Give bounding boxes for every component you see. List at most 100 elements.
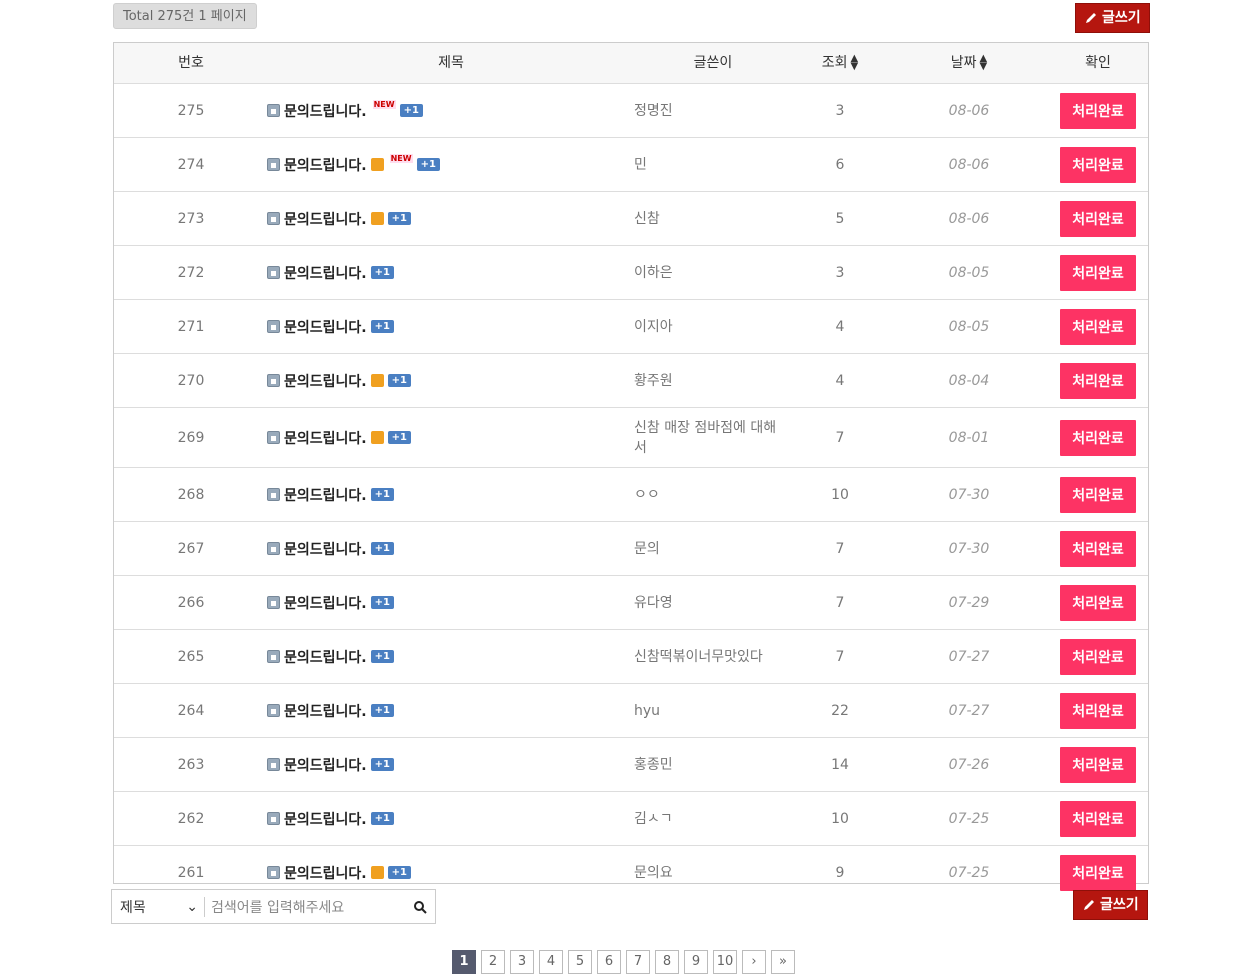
status-done-button[interactable]: 처리완료: [1060, 419, 1136, 456]
header-views[interactable]: 조회 ▲ ▼: [790, 43, 890, 83]
table-row[interactable]: 269 문의드립니다. +1 신참 매장 점바점에 대해서 7 08-01 처리완료: [114, 408, 1148, 468]
status-done-button[interactable]: 처리완료: [1060, 854, 1136, 891]
row-title-link[interactable]: 문의드립니다.: [284, 809, 367, 829]
row-views: 6: [835, 156, 845, 173]
row-views: 5: [835, 210, 845, 227]
status-done-button[interactable]: 처리완료: [1060, 362, 1136, 399]
row-title-link[interactable]: 문의드립니다.: [284, 209, 367, 229]
row-writer: 홍종민: [634, 756, 673, 773]
table-row[interactable]: 262 문의드립니다. +1 김ㅅㄱ 10 07-25 처리완료: [114, 792, 1148, 846]
table-row[interactable]: 263 문의드립니다. +1 홍종민 14 07-26 처리완료: [114, 738, 1148, 792]
table-row[interactable]: 271 문의드립니다. +1 이지아 4 08-05 처리완료: [114, 300, 1148, 354]
row-title-link[interactable]: 문의드립니다.: [284, 485, 367, 505]
table-row[interactable]: 264 문의드립니다. +1 hyu 22 07-27 처리완료: [114, 684, 1148, 738]
row-title-cell[interactable]: 문의드립니다. +1: [267, 192, 627, 245]
table-row[interactable]: 268 문의드립니다. +1 ㅇㅇ 10 07-30 처리완료: [114, 468, 1148, 522]
page-8-link[interactable]: 8: [655, 950, 679, 974]
comment-count-badge: +1: [370, 596, 394, 609]
status-done-button[interactable]: 처리완료: [1060, 746, 1136, 783]
status-done-button[interactable]: 처리완료: [1060, 200, 1136, 237]
comment-count-badge: +1: [370, 704, 394, 717]
page-4-link[interactable]: 4: [539, 950, 563, 974]
status-done-button[interactable]: 처리완료: [1060, 476, 1136, 513]
row-number: 273: [177, 210, 205, 227]
comment-count-badge: +1: [370, 650, 394, 663]
row-title-link[interactable]: 문의드립니다.: [284, 539, 367, 559]
status-done-button[interactable]: 처리완료: [1060, 530, 1136, 567]
row-title-cell[interactable]: 문의드립니다. +1: [267, 684, 627, 737]
table-row[interactable]: 273 문의드립니다. +1 신참 5 08-06 처리완료: [114, 192, 1148, 246]
new-badge: NEW: [372, 100, 396, 109]
row-title-link[interactable]: 문의드립니다.: [284, 863, 367, 883]
row-title-cell[interactable]: 문의드립니다. +1: [267, 792, 627, 845]
row-title-cell[interactable]: 문의드립니다. +1: [267, 246, 627, 299]
row-title-cell[interactable]: 문의드립니다. +1: [267, 738, 627, 791]
row-title-cell[interactable]: 문의드립니다. +1: [267, 468, 627, 521]
row-title-link[interactable]: 문의드립니다.: [284, 428, 367, 448]
row-title-link[interactable]: 문의드립니다.: [284, 371, 367, 391]
board-table: 번호 제목 글쓴이 조회 ▲ ▼ 날짜 ▲ ▼ 확인 275 문의드립니다. NEW +1 정명…: [113, 42, 1149, 891]
search-field-select[interactable]: 제목 ⌄: [112, 897, 204, 917]
row-title-link[interactable]: 문의드립니다.: [284, 155, 367, 175]
status-done-button[interactable]: 처리완료: [1060, 584, 1136, 621]
status-done-button[interactable]: 처리완료: [1060, 692, 1136, 729]
header-confirm: 확인: [1085, 55, 1111, 71]
row-title-cell[interactable]: 문의드립니다. +1: [267, 630, 627, 683]
header-date[interactable]: 날짜 ▲ ▼: [914, 43, 1024, 83]
page-1-link[interactable]: 1: [452, 950, 476, 974]
row-title-link[interactable]: 문의드립니다.: [284, 701, 367, 721]
page-2-link[interactable]: 2: [481, 950, 505, 974]
table-row[interactable]: 275 문의드립니다. NEW +1 정명진 3 08-06 처리완료: [114, 84, 1148, 138]
row-title-cell[interactable]: 문의드립니다. +1: [267, 576, 627, 629]
table-row[interactable]: 266 문의드립니다. +1 유다영 7 07-29 처리완료: [114, 576, 1148, 630]
page-9-link[interactable]: 9: [684, 950, 708, 974]
table-row[interactable]: 267 문의드립니다. +1 문의 7 07-30 처리완료: [114, 522, 1148, 576]
table-row[interactable]: 270 문의드립니다. +1 황주원 4 08-04 처리완료: [114, 354, 1148, 408]
page-3-link[interactable]: 3: [510, 950, 534, 974]
comment-count-badge: +1: [387, 431, 411, 444]
page-6-link[interactable]: 6: [597, 950, 621, 974]
row-writer: 신참떡볶이너무맛있다: [634, 648, 763, 665]
status-done-button[interactable]: 처리완료: [1060, 308, 1136, 345]
total-count-badge: Total 275건 1 페이지: [113, 3, 257, 29]
write-button-top[interactable]: 글쓰기: [1075, 3, 1150, 33]
row-status-cell: 처리완료: [1058, 522, 1138, 575]
row-date: 07-29: [948, 594, 990, 611]
table-row[interactable]: 274 문의드립니다. NEW +1 민 6 08-06 처리완료: [114, 138, 1148, 192]
row-title-cell[interactable]: 문의드립니다. NEW +1: [267, 84, 627, 137]
new-badge: NEW: [389, 154, 413, 163]
page-5-link[interactable]: 5: [568, 950, 592, 974]
table-row[interactable]: 272 문의드립니다. +1 이하은 3 08-05 처리완료: [114, 246, 1148, 300]
row-number: 272: [177, 264, 205, 281]
row-title-link[interactable]: 문의드립니다.: [284, 755, 367, 775]
status-done-button[interactable]: 처리완료: [1060, 254, 1136, 291]
row-title-link[interactable]: 문의드립니다.: [284, 263, 367, 283]
row-title-link[interactable]: 문의드립니다.: [284, 647, 367, 667]
status-done-button[interactable]: 처리완료: [1060, 638, 1136, 675]
search-icon: [414, 900, 427, 914]
search-input[interactable]: 검색어를 입력해주세요: [205, 897, 405, 917]
row-title-cell[interactable]: 문의드립니다. +1: [267, 408, 627, 467]
search-button[interactable]: [405, 900, 435, 914]
last-page-button[interactable]: »: [771, 950, 795, 974]
write-button-bottom[interactable]: 글쓰기: [1073, 890, 1148, 920]
row-title-cell[interactable]: 문의드립니다. +1: [267, 300, 627, 353]
page-10-link[interactable]: 10: [713, 950, 737, 974]
row-title-cell[interactable]: 문의드립니다. NEW +1: [267, 138, 627, 191]
page-7-link[interactable]: 7: [626, 950, 650, 974]
table-row[interactable]: 265 문의드립니다. +1 신참떡볶이너무맛있다 7 07-27 처리완료: [114, 630, 1148, 684]
row-title-link[interactable]: 문의드립니다.: [284, 317, 367, 337]
row-title-link[interactable]: 문의드립니다.: [284, 101, 367, 121]
lock-icon: [267, 812, 280, 825]
row-number: 271: [177, 318, 205, 335]
next-page-button[interactable]: ›: [742, 950, 766, 974]
status-done-button[interactable]: 처리완료: [1060, 146, 1136, 183]
status-done-button[interactable]: 처리완료: [1060, 92, 1136, 129]
row-title-link[interactable]: 문의드립니다.: [284, 593, 367, 613]
status-done-button[interactable]: 처리완료: [1060, 800, 1136, 837]
row-writer: 이하은: [634, 264, 673, 281]
row-views: 7: [835, 648, 845, 665]
row-title-cell[interactable]: 문의드립니다. +1: [267, 354, 627, 407]
lock-icon: [267, 596, 280, 609]
row-title-cell[interactable]: 문의드립니다. +1: [267, 522, 627, 575]
